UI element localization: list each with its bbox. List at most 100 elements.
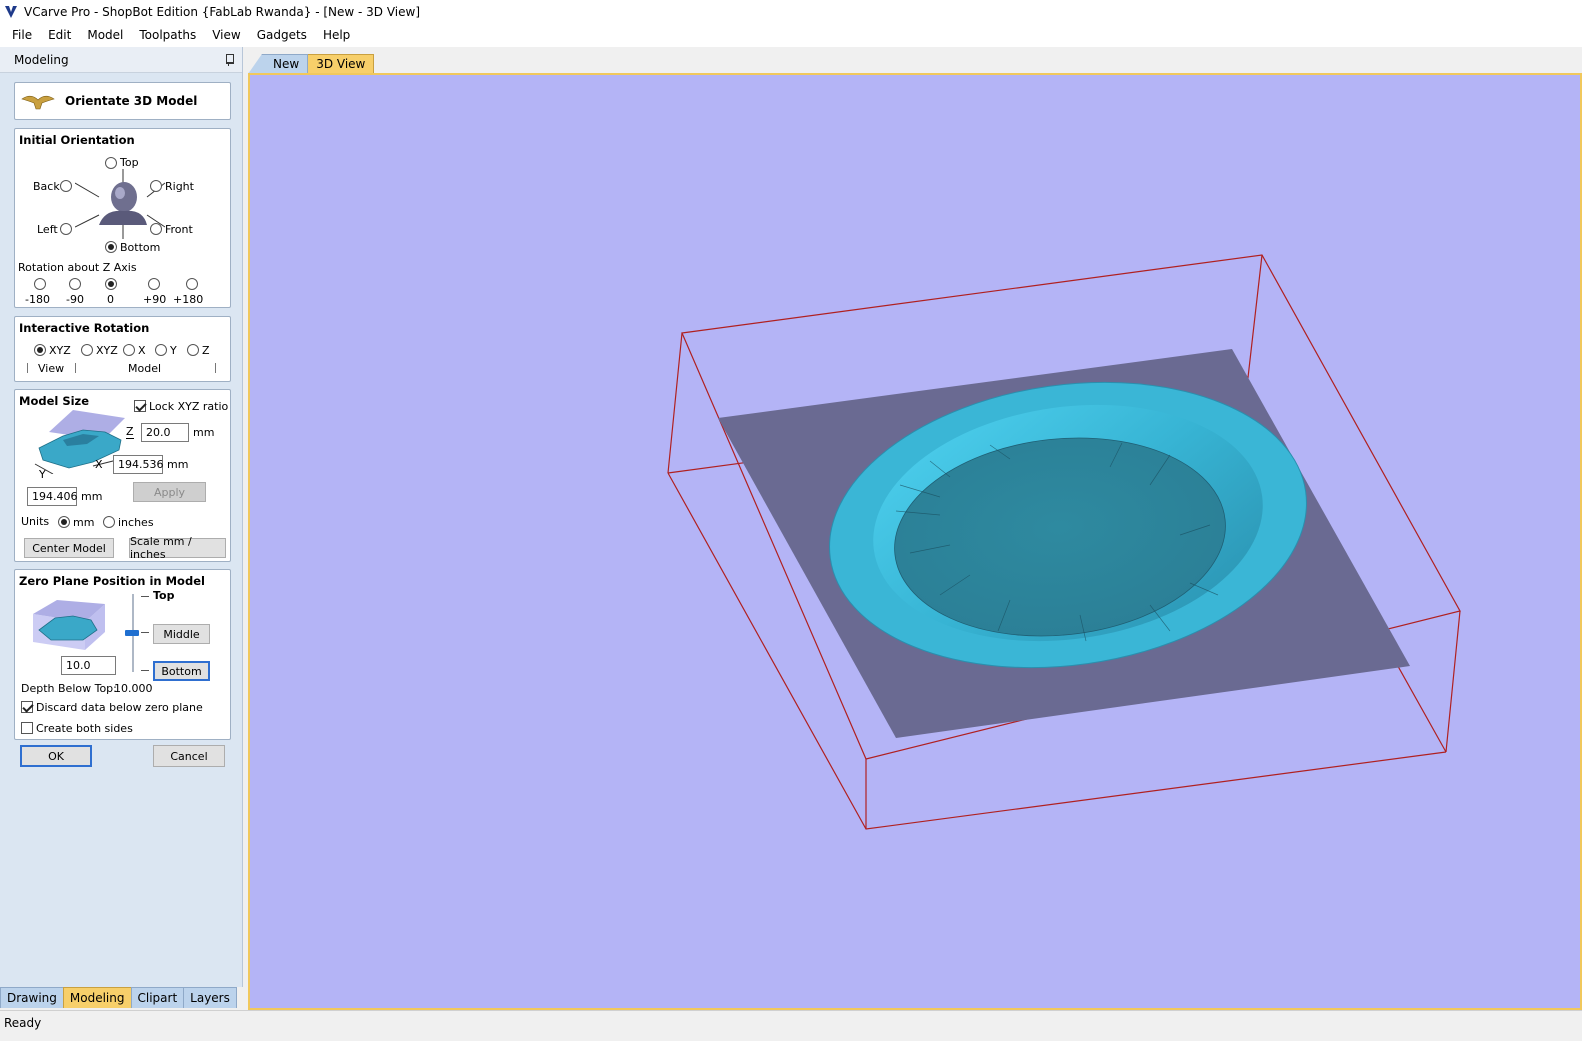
orient-left-radio[interactable] <box>60 223 72 235</box>
x-unit-label: mm <box>167 458 189 471</box>
orient-front-radio[interactable] <box>150 223 162 235</box>
rotation-plus90-radio[interactable] <box>148 278 160 290</box>
units-inches-label: inches <box>118 516 154 529</box>
menu-view[interactable]: View <box>204 23 248 47</box>
menu-file[interactable]: File <box>4 23 40 47</box>
units-label: Units <box>21 515 50 528</box>
model-group-label: Model <box>128 362 162 375</box>
units-mm-radio[interactable] <box>58 516 70 528</box>
initial-orientation-section: Initial Orientation Top Back Right Left … <box>14 128 231 308</box>
interactive-rotation-section: Interactive Rotation XYZ XYZ X Y Z View … <box>14 316 231 382</box>
model-z-radio[interactable] <box>187 344 199 356</box>
scale-units-button[interactable]: Scale mm / inches <box>129 535 226 561</box>
tab-modeling[interactable]: Modeling <box>62 987 132 1008</box>
view-group-label: View <box>38 362 65 375</box>
discard-below-checkbox[interactable] <box>21 701 33 713</box>
vcarve-logo-icon <box>5 5 17 18</box>
middle-tick <box>141 632 149 633</box>
model-z-label: Z <box>202 344 210 357</box>
3d-scene[interactable] <box>250 75 1580 1008</box>
center-model-button[interactable]: Center Model <box>24 538 114 558</box>
y-axis-label: Y <box>39 468 46 481</box>
panel-title: Modeling <box>14 52 69 67</box>
z-unit-label: mm <box>193 426 215 439</box>
menu-edit[interactable]: Edit <box>40 23 79 47</box>
rotation-minus90-radio[interactable] <box>69 278 81 290</box>
window-title: VCarve Pro - ShopBot Edition {FabLab Rwa… <box>24 4 420 19</box>
orient-back-radio[interactable] <box>60 180 72 192</box>
rotation-plus90-label: +90 <box>143 293 167 306</box>
zero-bottom-button[interactable]: Bottom <box>153 661 210 681</box>
units-inches-radio[interactable] <box>103 516 115 528</box>
rotation-0-radio[interactable] <box>105 278 117 290</box>
pin-icon[interactable] <box>224 53 234 66</box>
rotation-minus180-radio[interactable] <box>34 278 46 290</box>
discard-below-label: Discard data below zero plane <box>36 701 203 714</box>
menu-bar: File Edit Model Toolpaths View Gadgets H… <box>0 23 1582 47</box>
zero-plane-section: Zero Plane Position in Model Top Middle … <box>14 569 231 740</box>
zero-plane-value-input[interactable]: 10.0 <box>61 656 116 675</box>
cancel-button[interactable]: Cancel <box>153 745 225 767</box>
orient-bottom-radio[interactable] <box>105 241 117 253</box>
status-text: Ready <box>4 1016 42 1030</box>
3d-viewport[interactable] <box>248 73 1582 1010</box>
model-size-section: Model Size Lock XYZ ratio Z 20.0 mm X 19… <box>14 389 231 562</box>
menu-help[interactable]: Help <box>315 23 358 47</box>
depth-below-top-label: Depth Below Top: <box>21 682 117 695</box>
orient-back-label: Back <box>33 180 60 193</box>
rotation-plus180-label: +180 <box>173 293 204 306</box>
zero-plane-title: Zero Plane Position in Model <box>19 574 205 588</box>
z-size-input[interactable]: 20.0 <box>141 423 189 442</box>
zero-plane-slider-thumb[interactable] <box>125 630 139 636</box>
rotation-minus180-label: -180 <box>25 293 50 306</box>
y-size-input[interactable]: 194.406 <box>27 487 78 506</box>
x-axis-label: X <box>95 458 103 471</box>
rotation-minus90-label: -90 <box>66 293 84 306</box>
lock-xyz-checkbox[interactable] <box>134 400 146 412</box>
both-sides-label: Create both sides <box>36 722 133 735</box>
menu-toolpaths[interactable]: Toolpaths <box>131 23 204 47</box>
both-sides-checkbox[interactable] <box>21 722 33 734</box>
tab-layers[interactable]: Layers <box>183 987 237 1008</box>
tab-drawing[interactable]: Drawing <box>0 987 64 1008</box>
depth-below-top-value: 10.000 <box>114 682 153 695</box>
model-y-radio[interactable] <box>155 344 167 356</box>
view-xyz-radio[interactable] <box>34 344 46 356</box>
orient-top-label: Top <box>120 156 139 169</box>
eagle-model-icon <box>21 95 55 110</box>
menu-gadgets[interactable]: Gadgets <box>249 23 315 47</box>
orient-front-label: Front <box>165 223 193 236</box>
panel-tabs: Drawing Modeling Clipart Layers <box>0 986 243 1008</box>
view-divider-mid <box>75 363 76 373</box>
bounding-box-edge <box>1445 610 1461 753</box>
tab-3d-view[interactable]: 3D View <box>307 54 375 74</box>
zero-top-label: Top <box>153 589 175 602</box>
ok-button[interactable]: OK <box>20 745 92 767</box>
title-bar: VCarve Pro - ShopBot Edition {FabLab Rwa… <box>0 0 1582 23</box>
view-tabs: New 3D View <box>248 52 375 74</box>
rotation-0-label: 0 <box>107 293 114 306</box>
bounding-box-edge <box>667 332 683 474</box>
rotation-plus180-radio[interactable] <box>186 278 198 290</box>
view-xyz-label: XYZ <box>49 344 71 357</box>
model-y-label: Y <box>170 344 177 357</box>
tab-clipart[interactable]: Clipart <box>130 987 185 1008</box>
model-x-radio[interactable] <box>123 344 135 356</box>
orient-right-label: Right <box>165 180 194 193</box>
bottom-tick <box>141 670 149 671</box>
view-divider-left <box>27 363 28 373</box>
orient-top-radio[interactable] <box>105 157 117 169</box>
z-axis-label: Z <box>126 425 134 439</box>
zero-middle-button[interactable]: Middle <box>153 624 210 644</box>
menu-model[interactable]: Model <box>79 23 131 47</box>
model-xyz-radio[interactable] <box>81 344 93 356</box>
orient-left-label: Left <box>37 223 58 236</box>
initial-orientation-title: Initial Orientation <box>19 133 135 147</box>
apply-button[interactable]: Apply <box>133 482 206 502</box>
orient-right-radio[interactable] <box>150 180 162 192</box>
zero-plane-car-icon <box>33 600 105 650</box>
tab-new[interactable]: New <box>248 54 309 74</box>
rotation-z-title: Rotation about Z Axis <box>18 261 137 274</box>
bounding-box-edge <box>1245 254 1263 396</box>
x-size-input[interactable]: 194.536 <box>113 455 164 474</box>
